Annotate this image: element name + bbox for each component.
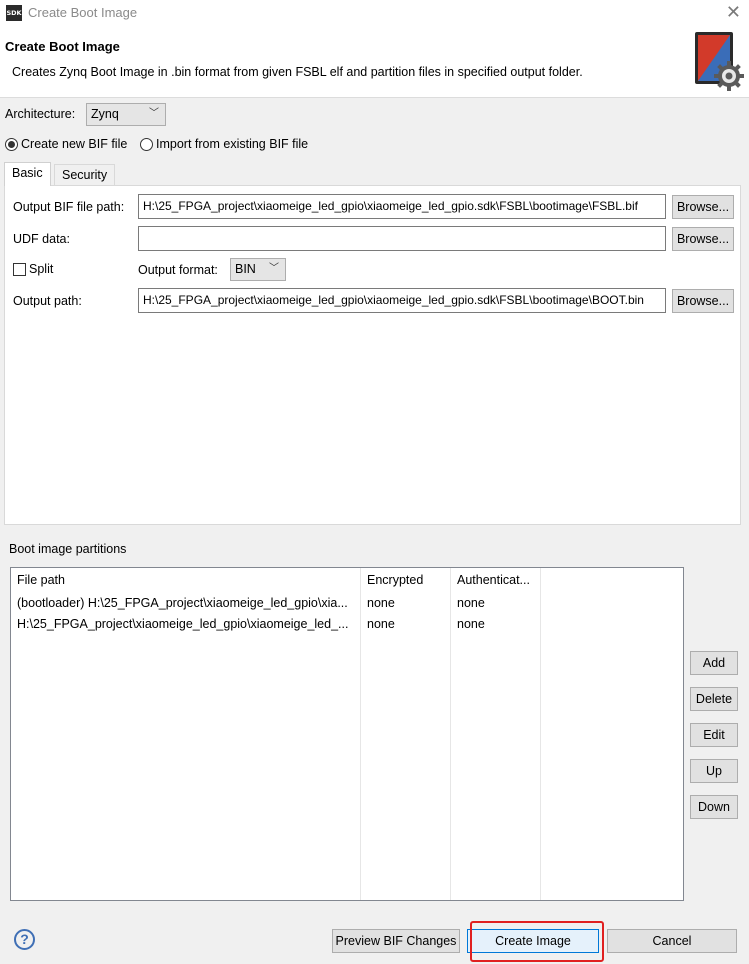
create-new-bif-radio[interactable]: [5, 138, 18, 151]
create-new-bif-label[interactable]: Create new BIF file: [21, 137, 127, 151]
output-format-label: Output format:: [138, 263, 218, 277]
move-down-button[interactable]: Down: [690, 795, 738, 819]
output-path-label: Output path:: [13, 294, 82, 308]
row-authenticated: none: [457, 596, 485, 610]
row-encrypted: none: [367, 596, 395, 610]
edit-partition-button[interactable]: Edit: [690, 723, 738, 747]
partitions-table[interactable]: File path Encrypted Authenticat... (boot…: [10, 567, 684, 901]
import-existing-bif-radio[interactable]: [140, 138, 153, 151]
column-divider: [360, 568, 361, 900]
split-checkbox[interactable]: [13, 263, 26, 276]
chevron-down-icon: ﹀: [269, 263, 279, 274]
help-icon[interactable]: ?: [14, 929, 35, 950]
row-authenticated: none: [457, 617, 485, 631]
import-existing-bif-label[interactable]: Import from existing BIF file: [156, 137, 308, 151]
tab-security[interactable]: Security: [54, 164, 116, 186]
udf-data-field[interactable]: [138, 226, 666, 251]
window-titlebar: SDK Create Boot Image ✕: [0, 0, 749, 26]
dialog-header: Create Boot Image Creates Zynq Boot Imag…: [0, 26, 749, 98]
column-divider: [450, 568, 451, 900]
preview-bif-changes-button[interactable]: Preview BIF Changes: [332, 929, 460, 953]
column-header-encrypted[interactable]: Encrypted: [367, 573, 447, 587]
output-format-select[interactable]: BIN ﹀: [230, 258, 286, 281]
tab-basic[interactable]: Basic: [4, 162, 51, 186]
boot-image-gear-icon: [695, 32, 744, 91]
close-icon[interactable]: ✕: [726, 2, 741, 22]
column-header-file-path[interactable]: File path: [17, 573, 357, 587]
boot-image-partitions-label: Boot image partitions: [9, 542, 127, 556]
browse-output-path-button[interactable]: Browse...: [672, 289, 734, 313]
udf-data-label: UDF data:: [13, 232, 70, 246]
output-path-field[interactable]: H:\25_FPGA_project\xiaomeige_led_gpio\xi…: [138, 288, 666, 313]
cancel-button[interactable]: Cancel: [607, 929, 737, 953]
highlight-annotation-box: [470, 921, 604, 962]
row-encrypted: none: [367, 617, 395, 631]
move-up-button[interactable]: Up: [690, 759, 738, 783]
split-label[interactable]: Split: [29, 262, 53, 276]
sdk-app-icon: SDK: [6, 5, 22, 21]
output-bif-path-field[interactable]: H:\25_FPGA_project\xiaomeige_led_gpio\xi…: [138, 194, 666, 219]
output-bif-label: Output BIF file path:: [13, 200, 125, 214]
architecture-value: Zynq: [91, 107, 119, 121]
chevron-down-icon: ﹀: [149, 108, 159, 119]
row-file-path: (bootloader) H:\25_FPGA_project\xiaomeig…: [17, 596, 348, 610]
header-title: Create Boot Image: [5, 39, 120, 54]
add-partition-button[interactable]: Add: [690, 651, 738, 675]
window-title: Create Boot Image: [28, 5, 138, 20]
architecture-label: Architecture:: [5, 107, 76, 121]
row-file-path: H:\25_FPGA_project\xiaomeige_led_gpio\xi…: [17, 617, 349, 631]
browse-bif-button[interactable]: Browse...: [672, 195, 734, 219]
column-header-authenticated[interactable]: Authenticat...: [457, 573, 537, 587]
architecture-select[interactable]: Zynq ﹀: [86, 103, 166, 126]
delete-partition-button[interactable]: Delete: [690, 687, 738, 711]
output-format-value: BIN: [235, 262, 256, 276]
browse-udf-button[interactable]: Browse...: [672, 227, 734, 251]
column-divider: [540, 568, 541, 900]
header-description: Creates Zynq Boot Image in .bin format f…: [12, 65, 583, 79]
